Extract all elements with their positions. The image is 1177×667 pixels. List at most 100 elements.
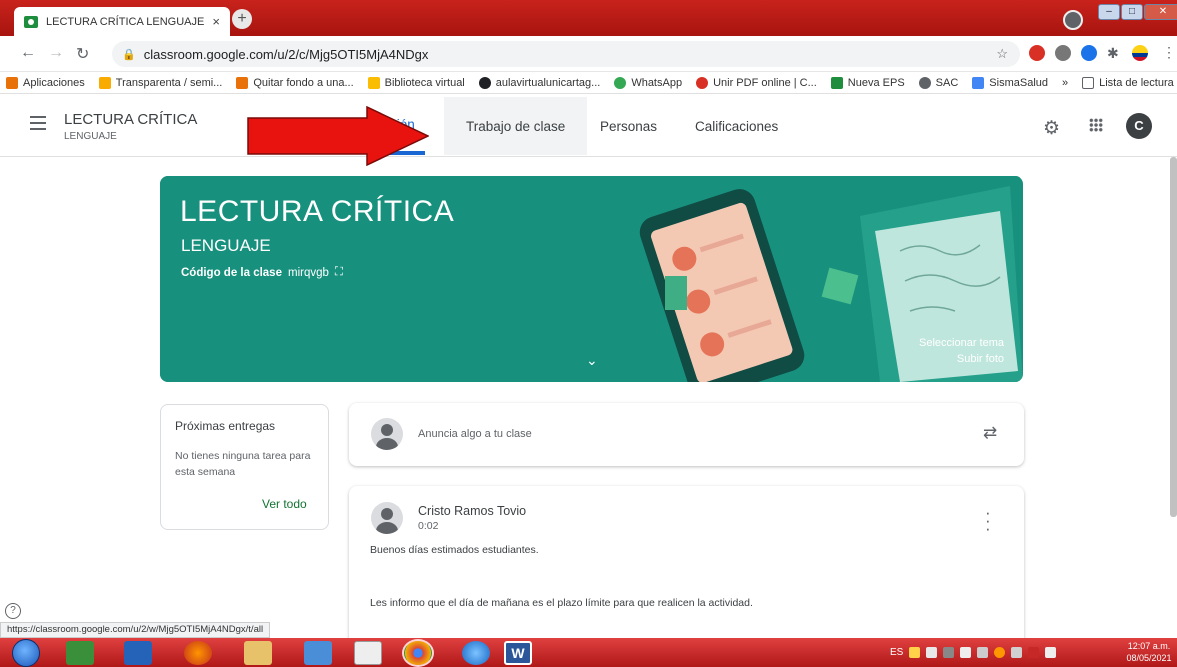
gmail-tray-icon[interactable]	[1028, 647, 1040, 658]
user-avatar-placeholder-icon	[371, 418, 403, 450]
bookmark-item[interactable]: SismaSalud	[972, 76, 1048, 89]
users-icon[interactable]	[304, 641, 332, 665]
word-icon[interactable]: W	[504, 641, 532, 665]
extension-icon[interactable]	[1055, 45, 1071, 61]
post-time: 0:02	[418, 520, 439, 532]
new-tab-button[interactable]: +	[232, 9, 252, 29]
banner-subtitle: LENGUAJE	[181, 236, 271, 255]
volume-icon[interactable]	[926, 647, 938, 658]
hamburger-menu-icon[interactable]	[30, 116, 46, 130]
post-text-line: Les informo que el día de mañana es el p…	[370, 597, 753, 609]
bookmark-item[interactable]: Quitar fondo a una...	[236, 76, 354, 89]
upcoming-text: No tienes ninguna tarea para esta semana	[175, 450, 311, 478]
course-title[interactable]: LECTURA CRÍTICA	[64, 111, 197, 128]
drawing-app-icon[interactable]	[354, 641, 382, 665]
minimize-icon[interactable]: –	[1098, 4, 1120, 20]
browser-tab[interactable]: LECTURA CRÍTICA LENGUAJE ×	[14, 7, 230, 36]
forward-arrow-icon[interactable]: →	[48, 44, 64, 62]
user-avatar[interactable]: C	[1126, 113, 1152, 139]
status-bar-url: https://classroom.google.com/u/2/w/Mjg5O…	[0, 622, 271, 638]
reading-list-button[interactable]: Lista de lectura	[1082, 76, 1174, 89]
taskbar-clock[interactable]: 12:07 a.m. 08/05/2021	[1121, 640, 1177, 664]
globe-icon	[918, 76, 931, 89]
tab-personas[interactable]: Personas	[578, 97, 679, 155]
extensions-puzzle-icon[interactable]: ✱	[1107, 45, 1119, 62]
browser-profile-icon[interactable]	[1063, 10, 1083, 30]
apps-grid-icon	[6, 76, 18, 89]
repost-icon[interactable]: ⇄	[983, 423, 997, 443]
tray-icon[interactable]	[909, 647, 921, 658]
close-window-icon[interactable]: ✕	[1144, 4, 1177, 20]
classroom-favicon-icon	[24, 15, 38, 28]
lock-icon: 🔒	[122, 48, 136, 61]
heart-icon	[696, 76, 709, 89]
class-code-label: Código de la clase	[181, 266, 282, 279]
reading-list-icon	[1082, 76, 1095, 89]
bookmark-favicon-icon	[972, 76, 985, 89]
back-arrow-icon[interactable]: ←	[20, 44, 36, 62]
post-text-line: Buenos días estimados estudiantes.	[370, 544, 539, 556]
bookmark-favicon-icon	[367, 76, 380, 89]
maximize-icon[interactable]: □	[1121, 4, 1143, 20]
announce-placeholder[interactable]: Anuncia algo a tu clase	[418, 428, 532, 440]
upload-photo-link[interactable]: Subir foto	[900, 353, 1004, 365]
extension-badge-icon[interactable]	[1081, 45, 1097, 61]
bookmark-star-icon[interactable]: ☆	[996, 46, 1008, 62]
clock-time: 12:07 a.m.	[1127, 641, 1171, 651]
bookmark-item[interactable]: aulavirtualunicartag...	[478, 76, 600, 89]
file-explorer-icon[interactable]	[244, 641, 272, 665]
bookmark-item[interactable]: SAC	[918, 76, 958, 89]
tab-close-icon[interactable]: ×	[212, 14, 220, 29]
tab-title: LECTURA CRÍTICA LENGUAJE	[46, 15, 205, 28]
bookmark-favicon-icon	[98, 76, 111, 89]
firefox-icon[interactable]	[184, 641, 212, 665]
network-icon[interactable]	[960, 647, 972, 658]
url-field[interactable]: 🔒 classroom.google.com/u/2/c/Mjg5OTI5MjA…	[112, 41, 1020, 67]
window-controls: – □ ✕	[1098, 4, 1177, 20]
taskbar-app-icon[interactable]	[66, 641, 94, 665]
bookmark-item[interactable]: Transparenta / semi...	[98, 76, 222, 89]
chevron-down-icon[interactable]: ⌄	[586, 352, 598, 369]
class-code-value: mirqvgb	[287, 266, 329, 279]
tab-calificaciones[interactable]: Calificaciones	[673, 97, 800, 155]
post-author: Cristo Ramos Tovio	[418, 504, 527, 518]
flag-icon[interactable]	[1045, 647, 1057, 658]
upcoming-title: Próximas entregas	[175, 419, 276, 433]
tray-icon[interactable]	[994, 647, 1006, 658]
taskbar-media-icon[interactable]	[124, 641, 152, 665]
profile-flag-icon[interactable]	[1132, 45, 1148, 61]
tray-icon[interactable]	[1011, 647, 1023, 658]
scrollbar[interactable]	[1170, 157, 1177, 517]
bookmark-item[interactable]: Unir PDF online | C...	[696, 76, 817, 89]
tab-trabajo-de-clase[interactable]: Trabajo de clase	[444, 97, 588, 155]
course-subtitle: LENGUAJE	[64, 131, 117, 142]
bookmark-item[interactable]: Biblioteca virtual	[367, 76, 465, 89]
apps-grid-icon[interactable]	[1089, 118, 1103, 132]
chrome-icon[interactable]	[402, 639, 434, 667]
whatsapp-icon	[614, 76, 627, 89]
view-all-link[interactable]: Ver todo	[262, 497, 307, 511]
author-avatar-icon	[371, 502, 403, 534]
settings-gear-icon[interactable]: ⚙	[1043, 117, 1060, 140]
signal-icon[interactable]	[977, 647, 989, 658]
fullscreen-code-icon[interactable]: ⛶	[335, 266, 343, 279]
help-icon[interactable]: ?	[5, 603, 21, 619]
bookmark-item[interactable]: Aplicaciones	[6, 76, 85, 89]
red-arrow-annotation	[247, 106, 429, 166]
bookmarks-bar: Aplicaciones Transparenta / semi... Quit…	[0, 72, 1177, 94]
clock-date: 08/05/2021	[1126, 653, 1172, 663]
adblock-extension-icon[interactable]	[1029, 45, 1045, 61]
reload-icon[interactable]: ↻	[76, 44, 89, 64]
more-options-icon[interactable]: · · ·	[985, 504, 991, 537]
select-theme-link[interactable]: Seleccionar tema	[900, 337, 1004, 349]
language-indicator[interactable]: ES	[890, 647, 903, 658]
class-code-row: Código de la clase mirqvgb ⛶	[181, 266, 343, 279]
bookmark-item[interactable]: WhatsApp	[614, 76, 682, 89]
bookmark-item[interactable]: Nueva EPS	[830, 76, 905, 89]
tray-icon[interactable]	[943, 647, 955, 658]
url-text: classroom.google.com/u/2/c/Mjg5OTI5MjA4N…	[143, 46, 429, 62]
start-button[interactable]	[12, 639, 40, 667]
internet-explorer-icon[interactable]	[462, 641, 490, 665]
bookmarks-overflow-button[interactable]: »	[1062, 77, 1068, 89]
browser-menu-icon[interactable]: ⋮	[1162, 44, 1176, 61]
